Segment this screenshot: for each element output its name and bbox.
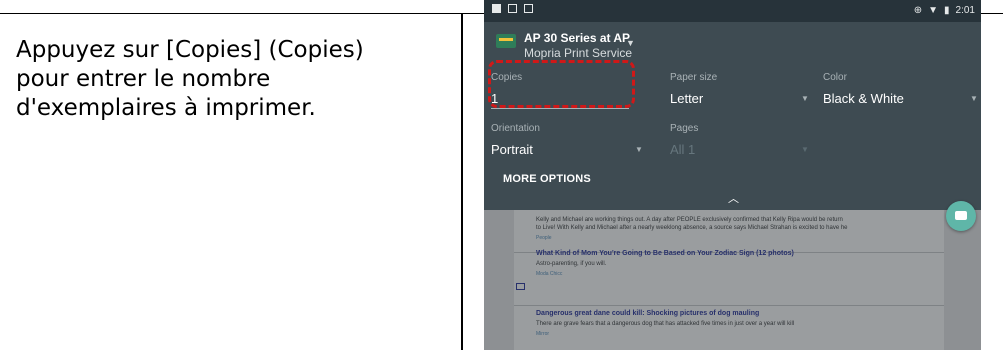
chevron-down-icon[interactable]: ▼ <box>801 94 809 103</box>
article-title[interactable]: What Kind of Mom You're Going to Be Base… <box>536 250 794 257</box>
print-options-sheet: AP 30 Series at AP Mopria Print Service … <box>484 22 981 210</box>
printer-dropdown-icon[interactable]: ▼ <box>626 38 635 48</box>
paper-size-select[interactable]: Letter <box>670 91 703 106</box>
article-source: Mirror <box>536 331 550 337</box>
copies-underline <box>491 108 629 109</box>
phone-screenshot: ⊕ ▼ ▮ 2:01 AP 30 Series at AP Mopria Pri… <box>484 0 981 350</box>
chevron-down-icon[interactable]: ▼ <box>635 145 643 154</box>
color-select[interactable]: Black & White <box>823 91 904 106</box>
instruction-line: d'exemplaires à imprimer. <box>16 95 316 121</box>
article-text: There are grave fears that a dangerous d… <box>536 321 795 327</box>
preview-content: Kelly and Michael are working things out… <box>484 210 981 350</box>
sync-icon: ⊕ <box>913 5 923 16</box>
image-notification-icon <box>508 4 517 13</box>
article-title[interactable]: Dangerous great dane could kill: Shockin… <box>536 310 759 317</box>
image-icon <box>516 283 525 290</box>
article-text: Astro-parenting, if you will. <box>536 261 607 267</box>
article-text: Kelly and Michael are working things out… <box>536 217 843 223</box>
chevron-up-icon[interactable]: ︿ <box>728 190 739 206</box>
printer-name[interactable]: AP 30 Series at AP <box>524 31 630 45</box>
status-bar: ⊕ ▼ ▮ 2:01 <box>484 0 981 22</box>
pages-select[interactable]: All 1 <box>670 142 695 157</box>
table-column-divider <box>461 13 463 350</box>
article-text: to Live! With Kelly and Michael after a … <box>536 225 848 231</box>
color-label: Color <box>823 72 847 83</box>
print-button[interactable] <box>946 201 976 231</box>
instruction-line: pour entrer le nombre <box>16 66 271 92</box>
print-notification-icon <box>492 4 501 13</box>
printer-service: Mopria Print Service <box>524 46 633 60</box>
more-options-button[interactable]: MORE OPTIONS <box>503 173 591 185</box>
paper-size-label: Paper size <box>670 72 718 83</box>
copies-highlight-box <box>488 60 635 108</box>
instruction-text: Appuyez sur [Copies] (Copies) pour entre… <box>16 36 446 123</box>
download-notification-icon <box>524 4 533 13</box>
article-source: Moda Chicc <box>536 271 563 277</box>
orientation-label: Orientation <box>491 123 540 134</box>
battery-icon: ▮ <box>944 5 950 16</box>
article-source: People <box>536 235 552 241</box>
chevron-down-icon[interactable]: ▼ <box>970 94 978 103</box>
wifi-icon: ▼ <box>928 5 939 16</box>
instruction-line: Appuyez sur [Copies] (Copies) <box>16 37 364 63</box>
pages-label: Pages <box>670 123 699 134</box>
printer-icon <box>496 34 516 48</box>
orientation-select[interactable]: Portrait <box>491 142 533 157</box>
chevron-down-icon[interactable]: ▼ <box>801 145 809 154</box>
status-time: 2:01 <box>955 5 975 16</box>
